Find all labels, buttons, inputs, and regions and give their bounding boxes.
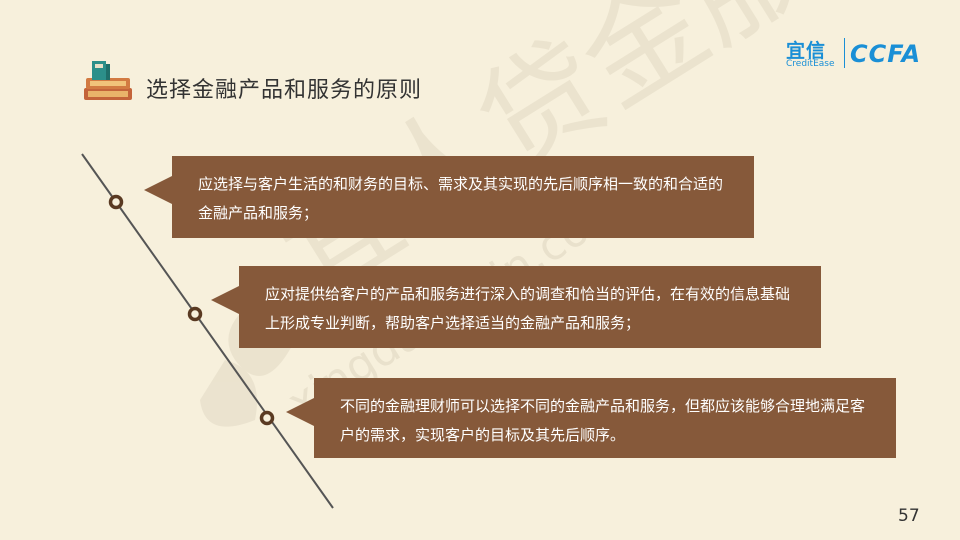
principle-box-1: 应选择与客户生活的和财务的目标、需求及其实现的先后顺序相一致的和合适的金融产品和… — [144, 156, 754, 238]
principle-box-3: 不同的金融理财师可以选择不同的金融产品和服务，但都应该能够合理地满足客户的需求，… — [286, 378, 896, 458]
principle-text-3: 不同的金融理财师可以选择不同的金融产品和服务，但都应该能够合理地满足客户的需求，… — [340, 397, 866, 444]
timeline-node-2 — [187, 306, 203, 322]
timeline-node-1 — [108, 194, 124, 210]
page-number: 57 — [898, 506, 920, 526]
slide: 宜人贷金服 xingdai.yixin.com 选择金融产品和服务的原则 宜信 … — [0, 0, 960, 540]
principle-box-2: 应对提供给客户的产品和服务进行深入的调查和恰当的评估，在有效的信息基础上形成专业… — [211, 266, 821, 348]
principle-text-2: 应对提供给客户的产品和服务进行深入的调查和恰当的评估，在有效的信息基础上形成专业… — [265, 285, 791, 332]
timeline-node-3 — [259, 410, 275, 426]
principle-text-1: 应选择与客户生活的和财务的目标、需求及其实现的先后顺序相一致的和合适的金融产品和… — [198, 175, 724, 222]
